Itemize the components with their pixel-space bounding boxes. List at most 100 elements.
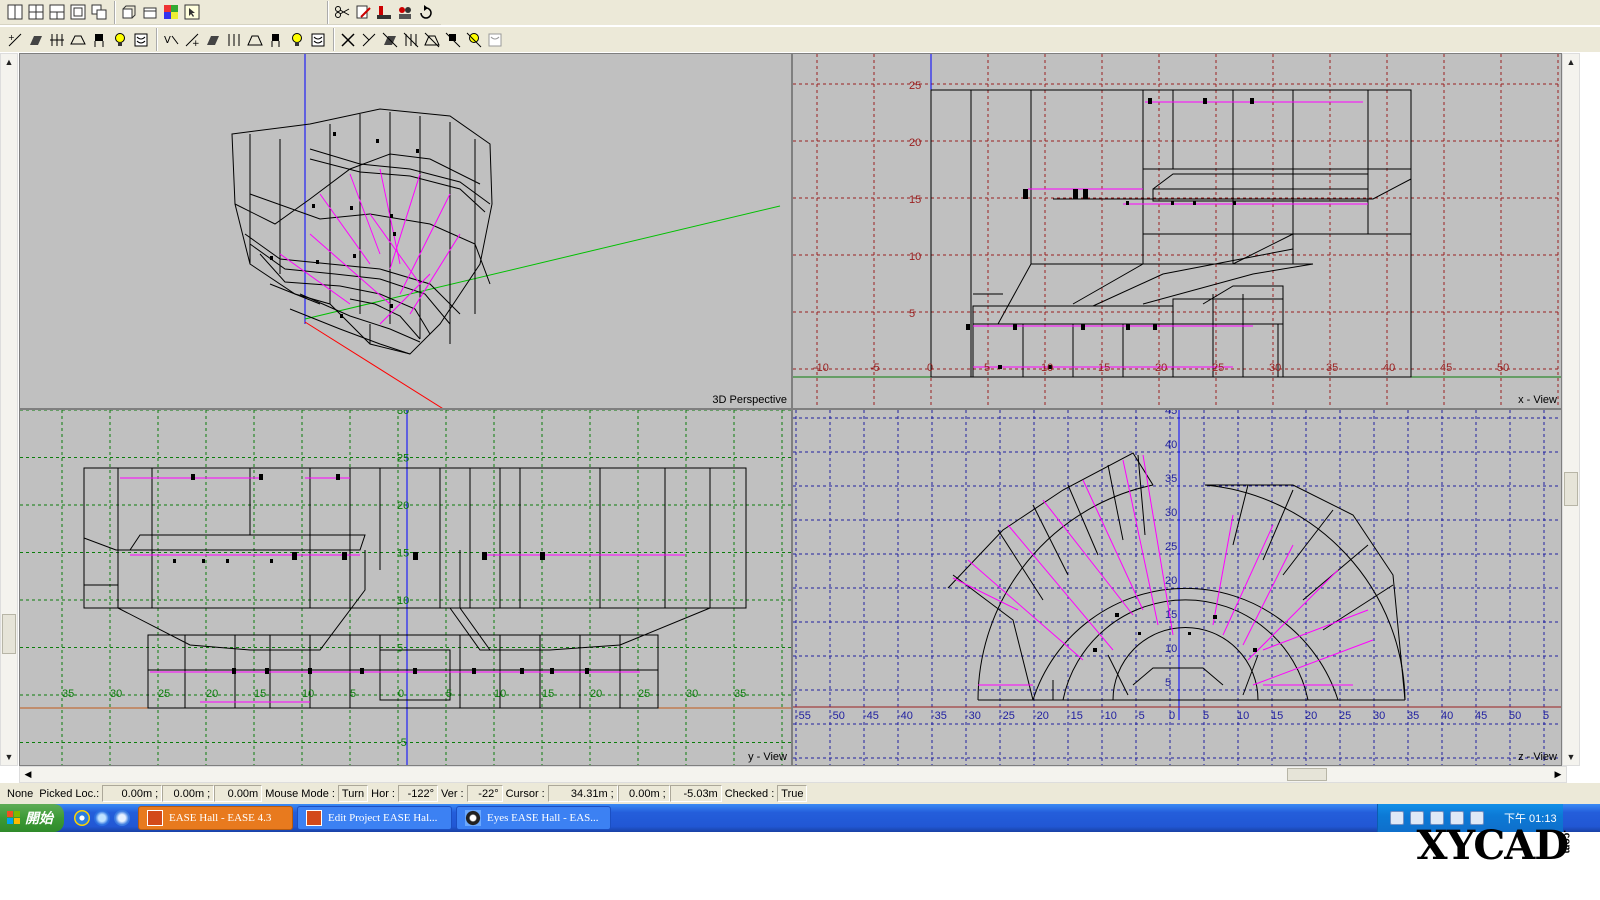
task-button-edit-project[interactable]: Edit Project EASE Hal... [297,806,452,830]
picked-y: 0.00m ; [162,785,215,802]
xycad-watermark-suffix: .com [1561,830,1572,854]
keyboard-icon[interactable] [1390,811,1404,825]
x-tick-label: 45 [1475,710,1487,722]
insert-seats-icon[interactable] [47,30,67,50]
select-tool-icon[interactable] [182,2,202,22]
perspective-drawing [231,54,781,408]
scroll-up-icon[interactable]: ▲ [1,54,17,70]
y-view-viewport[interactable]: 35 30 25 20 15 10 5 0 5 10 15 20 25 30 35 30 25 20 15 10 5 -5… [19,409,792,766]
start-button[interactable]: 開始 [0,804,64,832]
left-scrollbar[interactable]: ▲ ▼ [0,53,18,766]
right-scroll-up-icon[interactable]: ▲ [1563,54,1579,70]
layout-quad-icon[interactable] [26,2,46,22]
left-scroll-thumb[interactable] [2,614,16,654]
layout-single-icon[interactable] [5,2,25,22]
x-tick-label: -10 [813,362,829,374]
media-player-icon[interactable] [74,810,90,826]
right-scroll-down-icon[interactable]: ▼ [1563,749,1579,765]
insert-listener-icon[interactable] [131,30,151,50]
ie-icon[interactable] [114,810,130,826]
scroll-right-icon[interactable]: ▶ [1550,767,1566,782]
delete-light-icon[interactable] [464,30,484,50]
x-tick-label: 0 [398,688,404,700]
x-tick-label: 40 [1441,710,1453,722]
picked-z: 0.00m [214,785,263,802]
tool-red-icon[interactable] [374,2,394,22]
rotate-icon[interactable] [416,2,436,22]
layout-cascade-icon[interactable] [89,2,109,22]
picked-loc-label: Picked Loc.: [39,787,100,800]
edit-audience-icon[interactable] [245,30,265,50]
insert-group: + [2,28,154,51]
insert-area-icon[interactable] [68,30,88,50]
z-view-viewport[interactable]: -55 -50 -45 -40 -35 -30 -25 -20 -15 -10 -5 0 5 10 15 20… [792,409,1562,766]
insert-chair-icon[interactable] [89,30,109,50]
delete-vertex-icon[interactable] [338,30,358,50]
x-tick-label: -50 [829,710,845,722]
delete-listener-icon[interactable] [485,30,505,50]
view-3d-icon[interactable] [119,2,139,22]
right-scrollbar[interactable]: ▲ ▼ [1562,53,1580,766]
cursor-label: Cursor : [505,787,545,800]
task-label: EASE Hall - EASE 4.3 [169,812,272,824]
x-tick-label: 5 [984,362,990,374]
browser-icon[interactable] [94,810,110,826]
task-label: Eyes EASE Hall - EAS... [487,812,599,824]
colors-icon[interactable] [395,2,415,22]
scroll-down-icon[interactable]: ▼ [1,749,17,765]
layout-restore-icon[interactable] [68,2,88,22]
windows-logo-icon [7,811,20,824]
quick-launch [64,810,138,826]
delete-speaker-icon[interactable] [443,30,463,50]
x-tick-label: 40 [1383,362,1395,374]
delete-seats-icon[interactable] [422,30,442,50]
edit-speaker-icon[interactable] [266,30,286,50]
y-tick-label: 5 [397,643,403,655]
ease-edit-icon [306,810,322,826]
cut-icon[interactable] [332,2,352,22]
x-tick-label: 10 [494,688,506,700]
insert-face-icon[interactable] [26,30,46,50]
hor-label: Hor : [371,787,395,800]
y-tick-label: -5 [397,737,407,749]
view-box-icon[interactable] [140,2,160,22]
edit-vertex-icon[interactable]: V [161,30,181,50]
task-button-ease[interactable]: EASE Hall - EASE 4.3 [138,806,293,830]
x-tick-label: 10 [1237,710,1249,722]
scroll-left-icon[interactable]: ◀ [20,767,36,782]
x-tick-label: 20 [1305,710,1317,722]
x-tick-label: 15 [254,688,266,700]
edit-light-icon[interactable] [287,30,307,50]
horizontal-scroll-thumb[interactable] [1287,768,1327,781]
x-view-viewport[interactable]: -10 -5 0 5 10 15 20 25 30 35 40 45 50 25 20 15 10 5 x - V… [792,53,1562,409]
z-view-drawing: -55 -50 -45 -40 -35 -30 -25 -20 -15 -10 -5 0 5 10 15 20… [793,410,1561,765]
edit-icon[interactable] [353,2,373,22]
edit-listener-icon[interactable] [308,30,328,50]
y-tick-label: 5 [909,308,915,320]
layout-split-icon[interactable] [47,2,67,22]
x-tick-label: -5 [1135,710,1145,722]
x-view-label: x - View [1518,394,1557,406]
horizontal-scrollbar[interactable]: ◀ ▶ [19,766,1567,783]
edit-face-icon[interactable]: + [182,30,202,50]
x-view-drawing: -10 -5 0 5 10 15 20 25 30 35 40 45 50 25 20 15 10 5 [793,54,1561,408]
right-scroll-thumb[interactable] [1564,472,1578,506]
edit-geometry-group: V + [156,28,331,51]
delete-surface-icon[interactable] [380,30,400,50]
edit-surface-icon[interactable] [203,30,223,50]
insert-light-icon[interactable] [110,30,130,50]
z-view-label: z - View [1518,751,1557,763]
edit-area-icon[interactable] [224,30,244,50]
insert-vertex-icon[interactable]: + [5,30,25,50]
delete-group [333,28,508,51]
delete-face-icon[interactable] [359,30,379,50]
ver-label: Ver : [440,787,464,800]
task-button-eyes[interactable]: Eyes EASE Hall - EAS... [456,806,611,830]
palette-icon[interactable] [161,2,181,22]
y-view-tick-labels: 35 30 25 20 15 10 5 0 5 10 15 20 25 30 35 30 25 20 15 10 5 -5 [62,410,746,749]
x-tick-label: 25 [1339,710,1351,722]
taskbar: 開始 EASE Hall - EASE 4.3 Edit Project EAS… [0,804,1600,832]
y-view-drawing: 35 30 25 20 15 10 5 0 5 10 15 20 25 30 35 30 25 20 15 10 5 -5 [20,410,791,765]
delete-area-icon[interactable] [401,30,421,50]
perspective-viewport[interactable]: 3D Perspective [19,53,792,409]
